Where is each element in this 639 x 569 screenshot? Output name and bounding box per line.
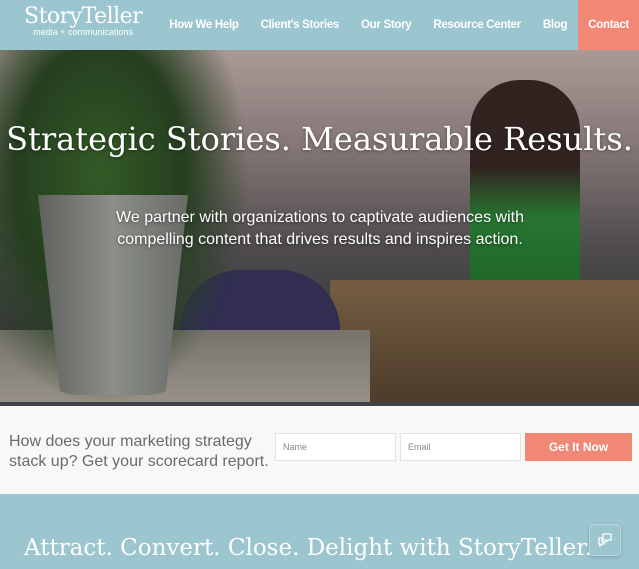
chat-bubbles-icon <box>598 533 612 548</box>
nav-blog[interactable]: Blog <box>532 0 578 50</box>
nav-resource-center[interactable]: Resource Center <box>422 0 532 50</box>
hero: Strategic Stories. Measurable Results. W… <box>0 50 639 406</box>
nav-contact[interactable]: Contact <box>578 0 639 50</box>
scorecard-form: How does your marketing strategy stack u… <box>0 406 639 494</box>
logo[interactable]: StoryTeller media + communications <box>24 4 143 37</box>
email-input[interactable] <box>400 433 521 461</box>
nav-clients-stories[interactable]: Client's Stories <box>250 0 350 50</box>
nav-how-we-help[interactable]: How We Help <box>158 0 249 50</box>
logo-subtitle: media + communications <box>33 27 133 37</box>
nav-menu: How We Help Client's Stories Our Story R… <box>158 0 639 50</box>
name-input[interactable] <box>275 433 396 461</box>
get-it-now-button[interactable]: Get It Now <box>525 433 632 461</box>
chat-button[interactable] <box>589 524 621 556</box>
scorecard-question: How does your marketing strategy stack u… <box>9 433 269 470</box>
hero-subtitle: We partner with organizations to captiva… <box>116 209 524 248</box>
top-nav: StoryTeller media + communications How W… <box>0 0 639 50</box>
section-heading: Attract. Convert. Close. Delight with St… <box>24 535 593 561</box>
hero-title: Strategic Stories. Measurable Results. <box>6 120 633 158</box>
nav-our-story[interactable]: Our Story <box>350 0 422 50</box>
